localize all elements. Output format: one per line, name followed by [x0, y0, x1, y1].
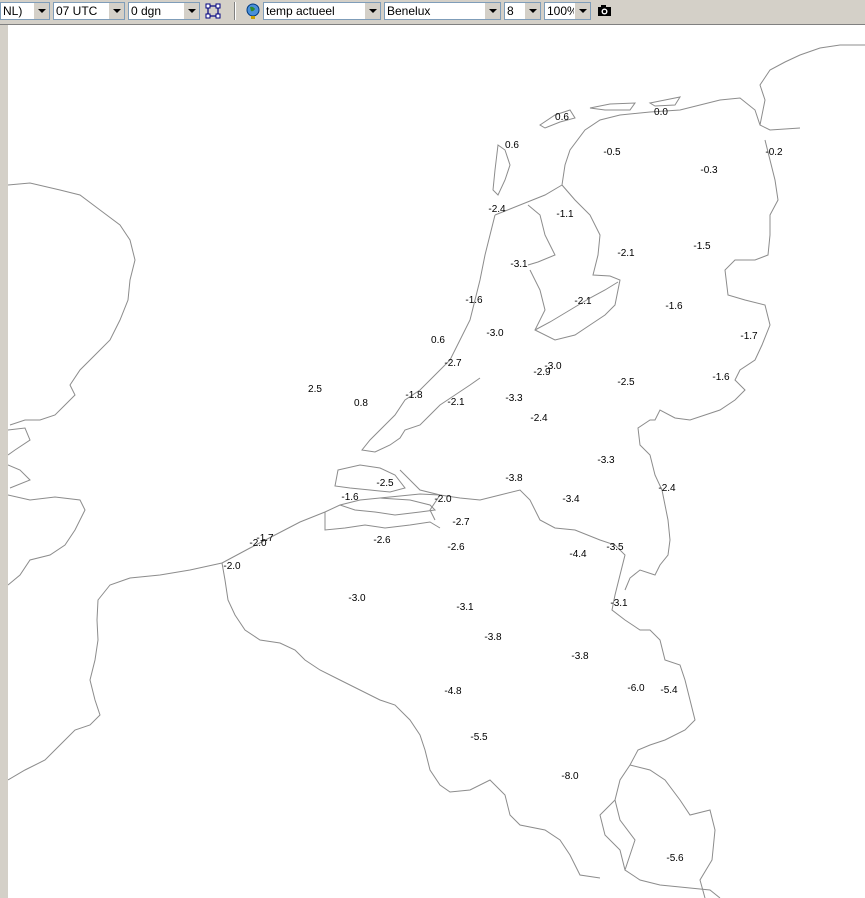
border-netherlands-germany [624, 139, 779, 591]
temperature-label: -3.8 [505, 473, 523, 484]
temperature-label: -3.3 [597, 455, 615, 466]
temperature-label: -5.6 [666, 853, 684, 864]
temperature-label: -2.1 [617, 248, 635, 259]
parameter-select[interactable]: temp actueel [263, 2, 381, 20]
island-texel [492, 144, 511, 196]
temperature-label: -0.2 [765, 147, 783, 158]
island-terschelling [589, 102, 637, 111]
afsluitdijk [527, 204, 556, 266]
coastline-germany [759, 44, 865, 126]
temperature-label: -2.1 [447, 397, 465, 408]
temperature-label: 0.6 [555, 112, 569, 123]
temperature-label: -4.4 [569, 549, 587, 560]
temperature-label: -3.1 [510, 259, 528, 270]
chevron-down-icon[interactable] [574, 3, 590, 19]
days-select-value: 0 dgn [131, 4, 162, 18]
temperature-label: -3.1 [610, 598, 628, 609]
area-select-value: Benelux [387, 4, 431, 18]
temperature-label: -8.0 [561, 771, 579, 782]
temperature-label: -2.4 [658, 483, 676, 494]
toolbar-divider [234, 2, 236, 20]
ijsselmeer [529, 184, 621, 341]
temperature-label: -5.5 [470, 732, 488, 743]
temperature-label: -2.9 [533, 367, 551, 378]
chevron-down-icon[interactable] [183, 3, 199, 19]
temperature-label: -1.6 [341, 492, 359, 503]
temperature-label: -1.6 [665, 301, 683, 312]
temperature-label: -0.3 [700, 165, 718, 176]
temperature-label: -3.0 [348, 593, 366, 604]
temperature-label: -4.8 [444, 686, 462, 697]
size-select[interactable]: 8 [504, 2, 541, 20]
temperature-label: -1.6 [465, 295, 483, 306]
chevron-down-icon[interactable] [33, 3, 49, 19]
area-select[interactable]: Benelux [384, 2, 501, 20]
temperature-label: -3.8 [571, 651, 589, 662]
temperature-label: 0.6 [431, 335, 445, 346]
temperature-label: -2.0 [223, 561, 241, 572]
temperature-label: -2.4 [488, 204, 506, 215]
temperature-label: -2.5 [376, 478, 394, 489]
temperature-label: -3.1 [456, 602, 474, 613]
globe-icon[interactable] [244, 2, 262, 20]
temperature-labels: 0.6 0.0 0.6 -0.5 -0.2 -0.3 -2.4 -1.1 -2.1 -1.5 -3.… [223, 107, 783, 864]
temperature-label: -3.8 [484, 632, 502, 643]
temperature-label: -2.4 [530, 413, 548, 424]
temperature-label: -2.7 [452, 517, 470, 528]
region-select-value: NL) [3, 4, 23, 18]
coastline-north [494, 97, 801, 216]
camera-icon[interactable] [596, 2, 614, 20]
temperature-label: -3.3 [505, 393, 523, 404]
temperature-label: -3.5 [606, 542, 624, 553]
temperature-label: -1.8 [405, 390, 423, 401]
temperature-label: 0.6 [505, 140, 519, 151]
temperature-label: -1.5 [693, 241, 711, 252]
chevron-down-icon[interactable] [484, 3, 500, 19]
temperature-label: -6.0 [627, 683, 645, 694]
temperature-label: -1.1 [556, 209, 574, 220]
map-canvas[interactable]: 0.6 0.0 0.6 -0.5 -0.2 -0.3 -2.4 -1.1 -2.1 -1.5 -3.… [8, 25, 865, 898]
parameter-select-value: temp actueel [266, 4, 335, 18]
border-belgium-france [221, 562, 601, 879]
temperature-label: 2.5 [308, 384, 322, 395]
temperature-label: -1.6 [712, 372, 730, 383]
temperature-label: -2.0 [434, 494, 452, 505]
time-select-value: 07 UTC [56, 4, 98, 18]
island-ameland [648, 96, 682, 107]
temperature-label: -2.6 [447, 542, 465, 553]
temperature-label: 0.0 [654, 107, 668, 118]
temperature-label: -2.7 [444, 358, 462, 369]
chevron-down-icon[interactable] [108, 3, 124, 19]
coastline-england [8, 182, 136, 586]
temperature-label: -2.5 [617, 377, 635, 388]
zeeland-walcheren [334, 464, 406, 493]
coastline-holland [361, 214, 496, 453]
coastline-benelux [221, 489, 721, 898]
zoom-select[interactable]: 100% [544, 2, 591, 20]
size-select-value: 8 [507, 4, 514, 18]
toolbar: NL) 07 UTC 0 dgn temp actueel Benelux 8 … [0, 0, 865, 25]
temperature-label: -1.7 [740, 331, 758, 342]
temperature-label: -2.1 [574, 296, 592, 307]
days-select[interactable]: 0 dgn [128, 2, 200, 20]
chevron-down-icon[interactable] [364, 3, 380, 19]
time-select[interactable]: 07 UTC [53, 2, 125, 20]
temperature-label: -2.0 [249, 538, 267, 549]
temperature-label: -0.5 [603, 147, 621, 158]
temperature-label: -5.4 [660, 685, 678, 696]
coastline-france [8, 562, 223, 781]
region-select[interactable]: NL) [0, 2, 50, 20]
temperature-label: -2.6 [373, 535, 391, 546]
map-svg: 0.6 0.0 0.6 -0.5 -0.2 -0.3 -2.4 -1.1 -2.1 -1.5 -3.… [8, 44, 865, 898]
temperature-label: -3.0 [486, 328, 504, 339]
map-frame-icon[interactable] [204, 2, 222, 20]
chevron-down-icon[interactable] [524, 3, 540, 19]
temperature-label: -3.4 [562, 494, 580, 505]
border-luxembourg [599, 764, 716, 898]
temperature-label: 0.8 [354, 398, 368, 409]
